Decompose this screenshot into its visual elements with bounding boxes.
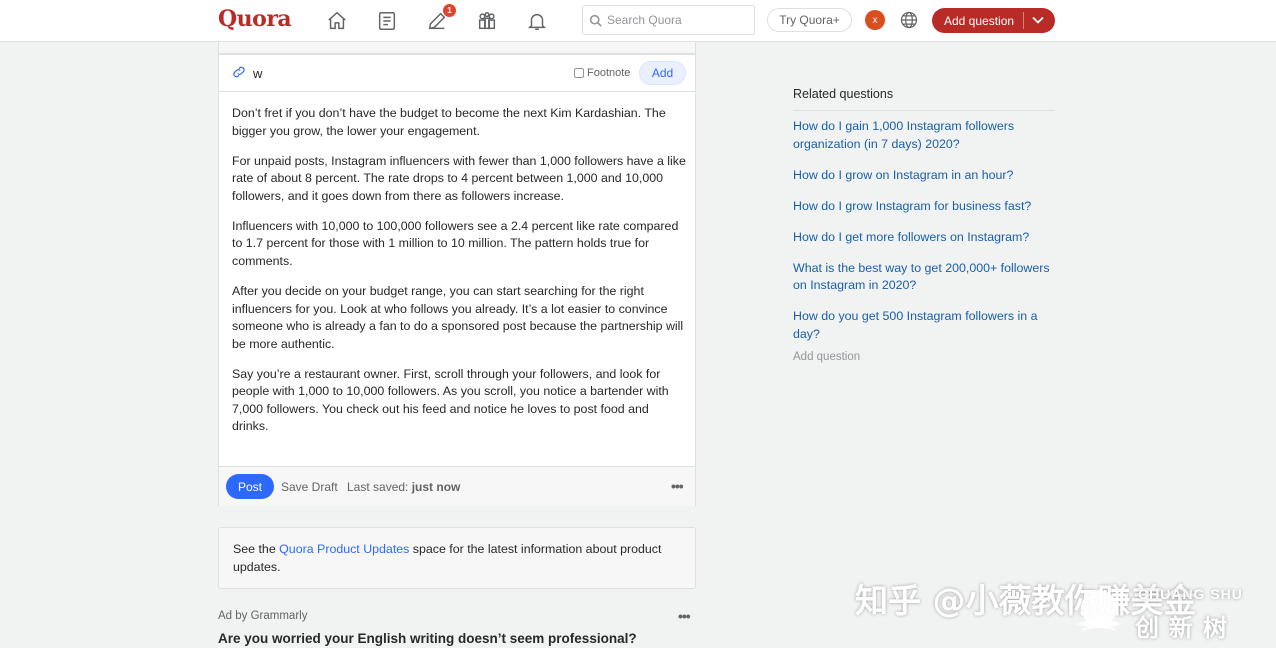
watermark-subtitle: CHUANG SHU (1138, 586, 1243, 602)
related-question-link[interactable]: How do you get 500 Instagram followers i… (793, 308, 1061, 343)
ad-title[interactable]: Are you worried your English writing doe… (218, 631, 637, 646)
link-icon (231, 64, 249, 82)
related-question-link[interactable]: How do I get more followers on Instagram… (793, 229, 1061, 247)
updates-prefix: See the (233, 542, 280, 556)
avatar[interactable]: x (865, 10, 885, 30)
home-icon[interactable] (324, 8, 350, 34)
bell-icon[interactable] (524, 8, 550, 34)
add-question-button[interactable]: Add question (932, 8, 1055, 33)
paragraph: Don’t fret if you don’t have the budget … (232, 106, 666, 138)
quora-logo[interactable]: Quora (218, 6, 292, 32)
footnote-label: Footnote (587, 67, 631, 79)
paragraph: After you decide on your budget range, y… (232, 283, 684, 351)
related-questions-heading: Related questions (793, 87, 1055, 111)
answer-icon[interactable]: 1 (424, 4, 456, 34)
last-saved-prefix: Last saved: (347, 480, 409, 494)
search-input[interactable] (607, 13, 747, 27)
quora-product-updates-link[interactable]: Quora Product Updates (279, 542, 409, 556)
related-question-link[interactable]: What is the best way to get 200,000+ fol… (793, 260, 1061, 295)
following-icon[interactable] (374, 8, 400, 34)
related-question-link[interactable]: How do I gain 1,000 Instagram followers … (793, 118, 1061, 153)
answer-editor: w Footnote Add Don’t fret if you don’t h… (218, 54, 696, 506)
search-icon (589, 14, 602, 27)
globe-icon[interactable] (897, 8, 921, 32)
answer-body[interactable]: Don’t fret if you don’t have the budget … (232, 105, 687, 448)
checkbox-box[interactable] (574, 68, 584, 78)
button-divider (1023, 12, 1024, 29)
add-question-label: Add question (944, 13, 1015, 28)
save-draft-button[interactable]: Save Draft (281, 480, 338, 494)
search-box[interactable] (582, 5, 755, 35)
add-related-question-link[interactable]: Add question (793, 351, 860, 363)
chevron-down-icon[interactable] (1032, 16, 1044, 25)
related-question-link[interactable]: How do I grow on Instagram in an hour? (793, 167, 1061, 185)
post-button[interactable]: Post (226, 474, 274, 499)
watermark-logo-icon (1076, 590, 1122, 631)
related-question-link[interactable]: How do I grow Instagram for business fas… (793, 198, 1061, 216)
link-input-row: w Footnote Add (219, 55, 695, 92)
last-saved-status: Last saved: just now (347, 480, 460, 494)
try-quora-plus-button[interactable]: Try Quora+ (767, 8, 852, 32)
add-link-button[interactable]: Add (639, 61, 686, 85)
footnote-checkbox[interactable]: Footnote (574, 67, 630, 79)
product-updates-notice: See the Quora Product Updates space for … (218, 527, 696, 589)
link-input-value[interactable]: w (253, 66, 262, 81)
editor-toolbar-remnant (218, 42, 696, 54)
last-saved-value: just now (411, 480, 461, 494)
paragraph: Say you’re a restaurant owner. First, sc… (232, 366, 669, 434)
ad-sponsor-label: Ad by Grammarly (218, 610, 308, 622)
paragraph: For unpaid posts, Instagram influencers … (232, 153, 686, 203)
ad-more-options-icon[interactable]: ••• (678, 608, 691, 624)
notification-badge: 1 (443, 4, 456, 17)
top-nav-bar: Quora 1 Try Quora+ x Add question (0, 0, 1276, 42)
more-options-icon[interactable]: ••• (671, 478, 684, 494)
paragraph: Influencers with 10,000 to 100,000 follo… (232, 218, 679, 268)
editor-footer: Post Save Draft Last saved: just now ••• (219, 466, 695, 506)
related-questions-list: How do I gain 1,000 Instagram followers … (793, 118, 1061, 357)
watermark-brand: 创新树 (1135, 615, 1237, 642)
spaces-icon[interactable] (474, 8, 500, 34)
